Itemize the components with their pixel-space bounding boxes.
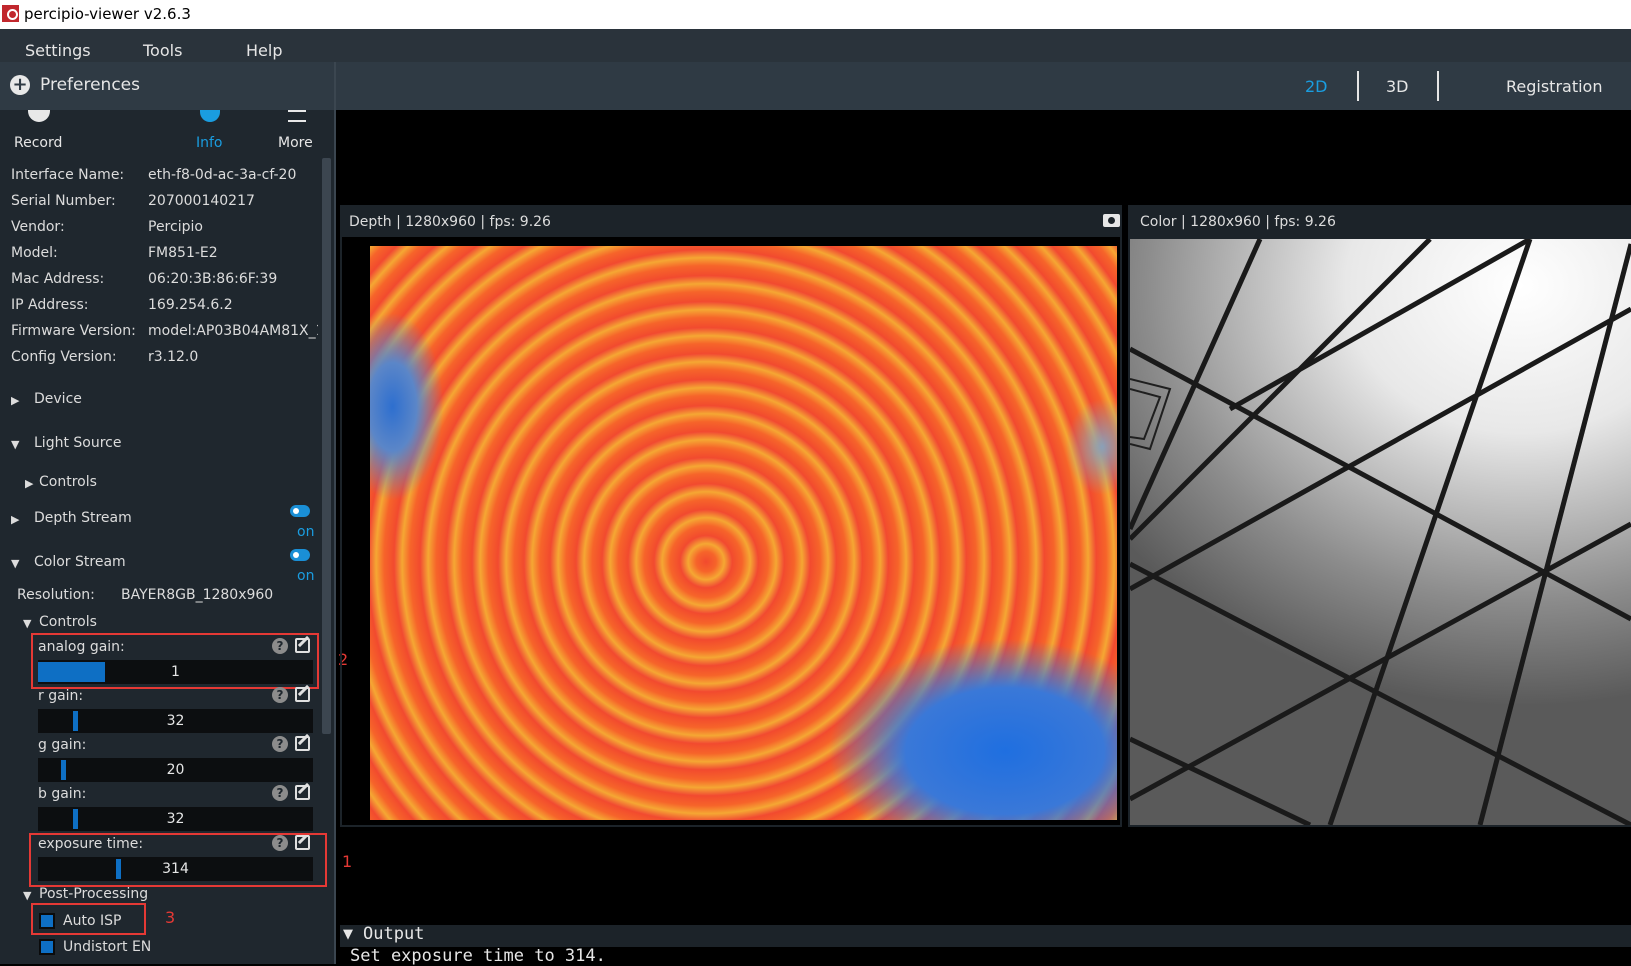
tree-depth-stream[interactable]: Depth Stream <box>34 510 132 526</box>
edit-icon[interactable] <box>295 785 310 800</box>
depth-stream-toggle[interactable] <box>290 505 310 517</box>
post-processing-expander-icon[interactable]: ▼ <box>23 889 31 902</box>
resolution-value[interactable]: BAYER8GB_1280x960 <box>121 587 273 603</box>
menu-bar <box>0 29 1631 62</box>
more-label[interactable]: More <box>278 135 313 151</box>
edit-icon[interactable] <box>295 736 310 751</box>
device-expander-icon[interactable]: ▶ <box>11 394 19 407</box>
window-title: percipio-viewer v2.6.3 <box>24 5 191 23</box>
depth-stream-expander-icon[interactable]: ▶ <box>11 513 19 526</box>
output-message: Set exposure time to 314. <box>350 946 606 966</box>
tab-3d[interactable]: 3D <box>1386 77 1409 96</box>
color-image <box>1130 239 1631 825</box>
highlight-box-2 <box>31 633 319 689</box>
info-value-interface: eth-f8-0d-ac-3a-cf-20 <box>148 167 297 183</box>
highlight-box-1 <box>29 833 327 887</box>
g-gain-label: g gain: <box>38 737 87 753</box>
info-label-interface: Interface Name: <box>11 167 125 183</box>
tab-separator <box>1357 71 1359 101</box>
g-gain-slider[interactable]: 20 <box>38 758 313 782</box>
undistort-checkbox[interactable] <box>39 939 55 955</box>
app-logo-icon <box>2 5 19 22</box>
tree-color-stream[interactable]: Color Stream <box>34 554 126 570</box>
info-label-firmware: Firmware Version: <box>11 323 136 339</box>
color-panel-title: Color | 1280x960 | fps: 9.26 <box>1140 214 1336 230</box>
tree-post-processing[interactable]: Post-Processing <box>39 886 148 902</box>
info-value-config: r3.12.0 <box>148 349 199 365</box>
tile-grid-lines <box>1130 239 1631 825</box>
depth-panel-title: Depth | 1280x960 | fps: 9.26 <box>349 214 551 230</box>
info-value-model: FM851-E2 <box>148 245 218 261</box>
info-value-serial: 207000140217 <box>148 193 255 209</box>
info-label-ip: IP Address: <box>11 297 89 313</box>
help-icon[interactable]: ? <box>272 736 288 752</box>
controls2-expander-icon[interactable]: ▼ <box>23 617 31 630</box>
depth-image <box>370 246 1117 820</box>
left-panel-scrollbar[interactable] <box>322 158 331 734</box>
info-label-serial: Serial Number: <box>11 193 116 209</box>
help-icon[interactable]: ? <box>272 687 288 703</box>
b-gain-value: 32 <box>166 811 185 827</box>
highlight-box-3 <box>31 903 146 935</box>
tree-light-source[interactable]: Light Source <box>34 435 121 451</box>
tab-separator <box>1437 71 1439 101</box>
r-gain-slider[interactable]: 32 <box>38 709 313 733</box>
r-gain-value: 32 <box>166 713 185 729</box>
info-label-model: Model: <box>11 245 58 261</box>
info-value-firmware: model:AP03B04AM81X_1 <box>148 323 318 339</box>
tab-2d[interactable]: 2D <box>1305 77 1328 96</box>
menu-icon[interactable] <box>288 110 306 122</box>
info-value-ip: 169.254.6.2 <box>148 297 233 313</box>
info-value-mac: 06:20:3B:86:6F:39 <box>148 271 278 287</box>
info-label-config: Config Version: <box>11 349 117 365</box>
color-stream-state: on <box>297 568 315 584</box>
b-gain-slider[interactable]: 32 <box>38 807 313 831</box>
undistort-label[interactable]: Undistort EN <box>63 939 151 955</box>
menu-settings[interactable]: Settings <box>25 41 91 60</box>
tree-controls-color[interactable]: Controls <box>39 614 97 630</box>
tree-controls[interactable]: Controls <box>39 474 97 490</box>
info-label[interactable]: Info <box>196 135 223 151</box>
title-bar: percipio-viewer v2.6.3 <box>0 0 1631 29</box>
color-stream-toggle[interactable] <box>290 549 310 561</box>
help-icon[interactable]: ? <box>272 785 288 801</box>
edit-icon[interactable] <box>295 687 310 702</box>
record-label[interactable]: Record <box>14 135 62 151</box>
depth-stream-state: on <box>297 524 315 540</box>
r-gain-label: r gain: <box>38 688 84 704</box>
output-expander-icon[interactable]: ▼ <box>343 927 353 942</box>
camera-icon[interactable] <box>1103 214 1120 227</box>
b-gain-label: b gain: <box>38 786 87 802</box>
annotation-number-1: 1 <box>342 852 353 871</box>
color-stream-expander-icon[interactable]: ▼ <box>11 557 19 570</box>
preferences-label[interactable]: Preferences <box>40 75 140 95</box>
info-value-vendor: Percipio <box>148 219 203 235</box>
menu-help[interactable]: Help <box>246 41 282 60</box>
menu-tools[interactable]: Tools <box>143 41 182 60</box>
plus-circle-icon[interactable]: + <box>10 75 30 95</box>
info-label-vendor: Vendor: <box>11 219 65 235</box>
output-label[interactable]: Output <box>363 924 424 944</box>
controls-expander-icon[interactable]: ▶ <box>25 477 33 490</box>
output-header[interactable] <box>340 925 1631 947</box>
resolution-label: Resolution: <box>17 587 95 603</box>
panel-divider[interactable] <box>334 62 336 964</box>
annotation-number-3: 3 <box>165 908 176 927</box>
light-source-expander-icon[interactable]: ▼ <box>11 438 19 451</box>
tab-registration[interactable]: Registration <box>1506 77 1602 96</box>
info-label-mac: Mac Address: <box>11 271 105 287</box>
g-gain-value: 20 <box>166 762 185 778</box>
tree-device[interactable]: Device <box>34 391 82 407</box>
